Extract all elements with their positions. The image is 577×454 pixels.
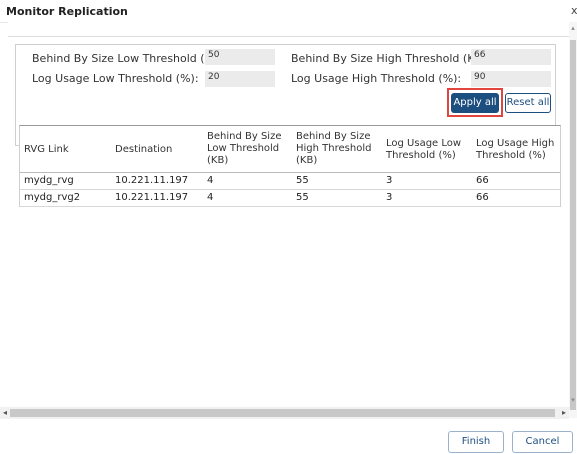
cell-destination: 10.221.11.197: [115, 175, 189, 186]
table-row[interactable]: mydg_rvg2 10.221.11.197 4 55 3 66: [20, 190, 560, 207]
dialog-content: Behind By Size Low Threshold (KB): 50 Be…: [8, 22, 569, 418]
col-destination[interactable]: Destination: [115, 144, 172, 156]
close-icon[interactable]: x: [571, 5, 577, 17]
apply-all-button[interactable]: Apply all: [451, 93, 499, 113]
behind-high-field[interactable]: 66: [471, 49, 551, 65]
finish-button[interactable]: Finish: [448, 431, 504, 453]
col-log-high[interactable]: Log Usage High Threshold (%): [476, 138, 554, 162]
scroll-right-icon[interactable]: ▸: [559, 407, 569, 419]
cell-behind-low: 4: [207, 192, 214, 203]
vertical-scrollbar[interactable]: ▴ ▾: [569, 22, 577, 418]
col-behind-high[interactable]: Behind By Size High Threshold (KB): [296, 131, 371, 167]
cell-rvg-link: mydg_rvg: [24, 175, 74, 186]
behind-low-label: Behind By Size Low Threshold (KB):: [32, 52, 228, 65]
dialog-title: Monitor Replication: [6, 5, 128, 18]
col-log-low[interactable]: Log Usage Low Threshold (%): [386, 138, 461, 162]
cell-rvg-link: mydg_rvg2: [24, 192, 81, 203]
behind-low-field[interactable]: 50: [205, 49, 275, 65]
col-rvg-link[interactable]: RVG Link: [24, 144, 69, 156]
log-high-field[interactable]: 90: [471, 71, 551, 87]
vertical-scroll-thumb[interactable]: [570, 40, 576, 410]
horizontal-scrollbar[interactable]: ◂ ▸: [0, 407, 569, 419]
horizontal-scroll-thumb[interactable]: [10, 409, 555, 417]
cell-log-low: 3: [386, 175, 393, 186]
cancel-button[interactable]: Cancel: [512, 431, 573, 453]
log-low-field[interactable]: 20: [205, 71, 275, 87]
scroll-left-icon[interactable]: ◂: [0, 407, 10, 419]
cell-log-high: 66: [476, 175, 489, 186]
dialog-titlebar: Monitor Replication x: [0, 0, 577, 23]
table-row[interactable]: mydg_rvg 10.221.11.197 4 55 3 66: [20, 173, 560, 190]
cell-log-high: 66: [476, 192, 489, 203]
reset-all-button[interactable]: Reset all: [505, 93, 551, 113]
cell-behind-low: 4: [207, 175, 214, 186]
log-high-label: Log Usage High Threshold (%):: [291, 72, 462, 85]
cell-behind-high: 55: [296, 192, 309, 203]
replication-table: RVG Link Destination Behind By Size Low …: [19, 125, 561, 207]
scroll-down-icon[interactable]: ▾: [569, 396, 577, 404]
col-behind-low[interactable]: Behind By Size Low Threshold (KB): [207, 131, 281, 167]
divider: [8, 36, 569, 37]
cell-destination: 10.221.11.197: [115, 192, 189, 203]
behind-high-label: Behind By Size High Threshold (KB):: [291, 52, 490, 65]
cell-log-low: 3: [386, 192, 393, 203]
cell-behind-high: 55: [296, 175, 309, 186]
dialog-footer: Finish Cancel: [0, 419, 577, 454]
log-low-label: Log Usage Low Threshold (%):: [32, 72, 199, 85]
scroll-up-icon[interactable]: ▴: [569, 24, 577, 32]
table-header: RVG Link Destination Behind By Size Low …: [20, 126, 560, 173]
